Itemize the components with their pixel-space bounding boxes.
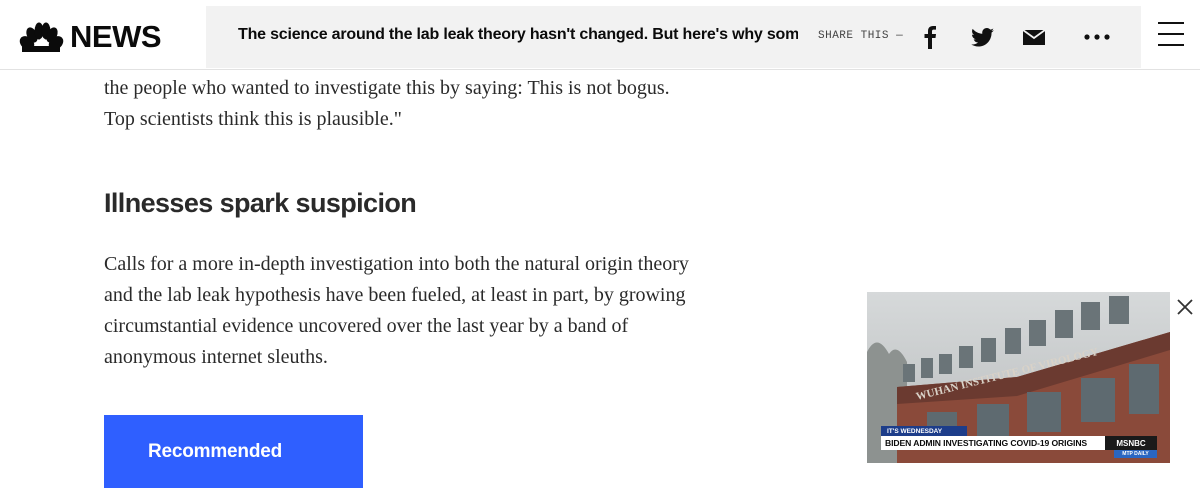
hamburger-menu-icon[interactable] (1158, 22, 1184, 48)
video-tag: IT'S WEDNESDAY (881, 426, 967, 436)
sticky-headline[interactable]: The science around the lab leak theory h… (238, 26, 798, 44)
article-paragraph: the people who wanted to investigate thi… (104, 77, 670, 130)
section-heading: Illnesses spark suspicion (104, 188, 417, 218)
nbc-news-logo[interactable]: NEWS (18, 21, 188, 53)
facebook-share-button[interactable] (915, 22, 945, 52)
twitter-icon (970, 27, 994, 47)
floating-video-player[interactable]: WUHAN INSTITUTE OF VIROLOGY IT'S WEDNESD… (867, 292, 1170, 463)
recommended-button[interactable]: Recommended (104, 415, 363, 488)
sticky-headline-bar: The science around the lab leak theory h… (206, 6, 1141, 68)
close-icon (1177, 299, 1193, 315)
email-icon (1023, 29, 1045, 45)
email-share-button[interactable] (1019, 22, 1049, 52)
more-share-button[interactable] (1082, 22, 1112, 52)
twitter-share-button[interactable] (967, 22, 997, 52)
video-close-button[interactable] (1170, 292, 1200, 322)
logo-text: NEWS (70, 19, 162, 54)
share-label: SHARE THIS — (818, 30, 904, 42)
video-lower-third: BIDEN ADMIN INVESTIGATING COVID-19 ORIGI… (881, 436, 1157, 450)
article-paragraph: Calls for a more in-depth investigation … (104, 253, 689, 368)
program-badge: MTP DAILY (1114, 450, 1157, 458)
peacock-icon (19, 22, 64, 52)
msnbc-logo: MSNBC (1105, 436, 1157, 450)
lower-third-text: BIDEN ADMIN INVESTIGATING COVID-19 ORIGI… (885, 438, 1088, 448)
more-icon (1084, 34, 1110, 40)
facebook-icon (924, 26, 936, 49)
site-header: NEWS The science around the lab leak the… (0, 0, 1200, 70)
